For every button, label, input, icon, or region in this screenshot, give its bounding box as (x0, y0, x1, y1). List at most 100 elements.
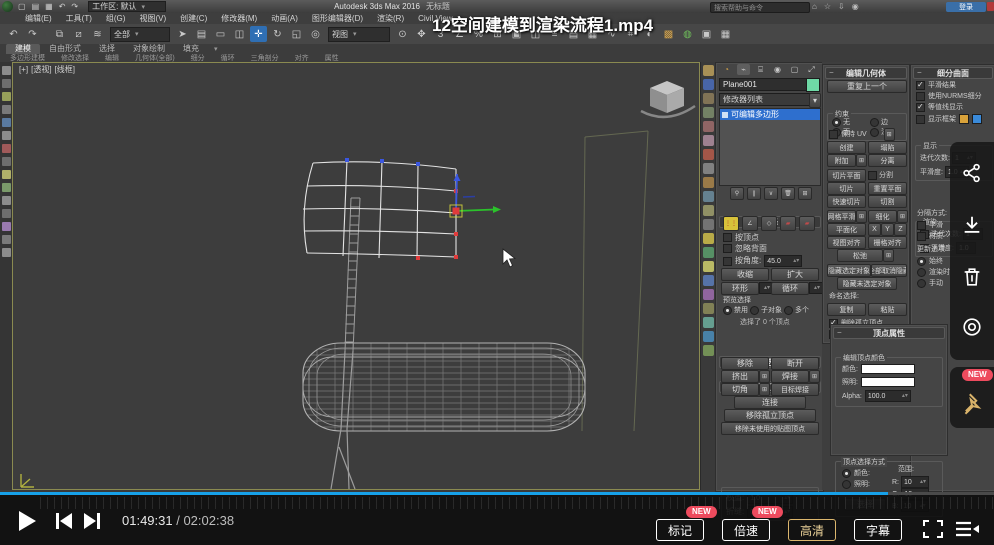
user-icon[interactable]: ◉ (852, 2, 859, 11)
progress-track[interactable] (0, 492, 994, 495)
split-checkbox[interactable] (868, 171, 877, 180)
preview-subobj-radio[interactable] (750, 306, 759, 315)
relax-settings-icon[interactable]: ⊞ (883, 249, 894, 262)
prev-button[interactable] (54, 511, 74, 531)
menu-create[interactable]: 创建(C) (173, 13, 214, 24)
dock-icon[interactable] (2, 209, 11, 218)
break-button[interactable]: 断开 (771, 357, 819, 370)
dock-icon[interactable] (2, 196, 11, 205)
make-planar-button[interactable]: 平面化 (827, 223, 866, 236)
plugin-icon[interactable] (703, 93, 714, 104)
grid-align-button[interactable]: 栅格对齐 (868, 236, 907, 249)
target-weld-button[interactable]: 目标焊接 (771, 383, 819, 396)
dock-icon[interactable] (2, 222, 11, 231)
redo-icon[interactable]: ↷ (24, 26, 41, 42)
modifier-list-dropdown[interactable]: 修改器列表 (719, 93, 815, 106)
trash-icon[interactable] (961, 266, 983, 288)
update-always-radio[interactable] (917, 257, 926, 266)
smooth-result-checkbox[interactable] (916, 81, 925, 90)
menu-graph-editors[interactable]: 图形编辑器(D) (305, 13, 370, 24)
create-button[interactable]: 创建 (827, 141, 866, 154)
signin-button[interactable]: 登录 (946, 2, 986, 12)
max-logo-icon[interactable] (2, 1, 13, 12)
by-vertex-checkbox[interactable] (723, 233, 732, 242)
close-window-icon[interactable] (987, 2, 994, 11)
select-link-icon[interactable]: ⧉ (51, 26, 68, 42)
plugin-icon[interactable] (703, 205, 714, 216)
plugin-icon[interactable] (703, 149, 714, 160)
qat-new-icon[interactable]: ▢ (18, 2, 26, 11)
separate-smooth-checkbox[interactable] (917, 221, 926, 230)
community-icon[interactable]: ☆ (824, 2, 831, 11)
select-move-icon[interactable]: ✛ (250, 26, 267, 42)
plugin-icon[interactable] (703, 233, 714, 244)
r-spinner[interactable]: 10▴▾ (901, 476, 929, 488)
select-place-icon[interactable]: ◎ (307, 26, 324, 42)
modify-tab-icon[interactable]: ⌁ (737, 64, 750, 75)
edge-mode-icon[interactable]: ∠ (742, 216, 758, 231)
plugin-icon[interactable] (703, 331, 714, 342)
qat-save-icon[interactable]: ▦ (45, 2, 53, 11)
plugin-icon[interactable] (703, 247, 714, 258)
select-by-illum-radio[interactable] (842, 480, 851, 489)
isoline-checkbox[interactable] (916, 103, 925, 112)
collapse-button[interactable]: 塌陷 (868, 141, 907, 154)
show-end-result-icon[interactable]: ❙ (747, 187, 761, 200)
plugin-icon[interactable] (703, 261, 714, 272)
stack-item-editable-poly[interactable]: 可编辑多边形 (720, 109, 820, 120)
updates-icon[interactable]: ⇩ (838, 2, 845, 11)
update-manual-radio[interactable] (917, 279, 926, 288)
use-nurms-checkbox[interactable] (916, 92, 925, 101)
marker-pin-icon[interactable] (960, 391, 986, 417)
spinner-arrows-icon[interactable]: ▴▾ (902, 393, 908, 399)
subtitle-button[interactable]: 字幕 (854, 519, 902, 541)
loop-spinner[interactable]: ▴▾ (809, 282, 823, 294)
plugin-icon[interactable] (703, 303, 714, 314)
help-icon[interactable]: ⌂ (812, 2, 817, 11)
render-setup-icon[interactable]: ▩ (660, 26, 677, 42)
select-rotate-icon[interactable]: ↻ (269, 26, 286, 42)
menu-tools[interactable]: 工具(T) (59, 13, 99, 24)
bind-spacewarp-icon[interactable]: ≋ (89, 26, 106, 42)
slice-plane-button[interactable]: 切片平面 (827, 169, 866, 182)
rollout-vertex-properties[interactable]: 顶点属性 (833, 327, 945, 339)
render-production-icon[interactable]: ◍ (679, 26, 696, 42)
border-mode-icon[interactable]: ◇ (761, 216, 777, 231)
menu-modifiers[interactable]: 修改器(M) (214, 13, 264, 24)
element-mode-icon[interactable]: ▰ (799, 216, 815, 231)
motion-tab-icon[interactable]: ◉ (771, 64, 784, 75)
create-tab-icon[interactable]: ◔ (720, 64, 733, 75)
dock-icon[interactable] (2, 235, 11, 244)
unhide-all-button[interactable]: 全部取消隐藏 (871, 264, 907, 277)
ring-button[interactable]: 环形 (721, 282, 759, 295)
speed-button[interactable]: 倍速 (722, 519, 770, 541)
qat-undo-icon[interactable]: ↶ (59, 2, 66, 11)
dock-icon[interactable] (2, 170, 11, 179)
connect-button[interactable]: 连接 (734, 396, 806, 409)
dock-icon[interactable] (2, 248, 11, 257)
use-pivot-center-icon[interactable]: ⊙ (394, 26, 411, 42)
window-crossing-icon[interactable]: ◫ (231, 26, 248, 42)
object-name-field[interactable]: Plane001 (719, 78, 807, 91)
reference-coordsys-dropdown[interactable]: 视图▾ (328, 27, 390, 42)
plugin-icon[interactable] (703, 191, 714, 202)
tessellate-button[interactable]: 细化 (868, 210, 897, 223)
plugin-icon[interactable] (703, 107, 714, 118)
constraint-edge-radio[interactable] (870, 118, 879, 127)
msmooth-button[interactable]: 网格平滑 (827, 210, 856, 223)
preview-off-radio[interactable] (723, 306, 732, 315)
loop-button[interactable]: 循环 (771, 282, 809, 295)
menu-rendering[interactable]: 渲染(R) (370, 13, 411, 24)
plugin-icon[interactable] (703, 177, 714, 188)
grow-button[interactable]: 扩大 (771, 268, 819, 281)
menu-views[interactable]: 视图(V) (132, 13, 173, 24)
vertex-mode-icon[interactable]: ⋮⋮ (723, 216, 739, 231)
extrude-button[interactable]: 挤出 (721, 370, 759, 383)
extrude-settings-icon[interactable]: ⊞ (759, 370, 770, 383)
attach-button[interactable]: 附加 (827, 154, 856, 167)
dock-icon[interactable] (2, 144, 11, 153)
detach-button[interactable]: 分离 (868, 154, 907, 167)
plugin-icon[interactable] (703, 289, 714, 300)
viewcube[interactable] (641, 81, 695, 117)
plugin-icon[interactable] (703, 65, 714, 76)
